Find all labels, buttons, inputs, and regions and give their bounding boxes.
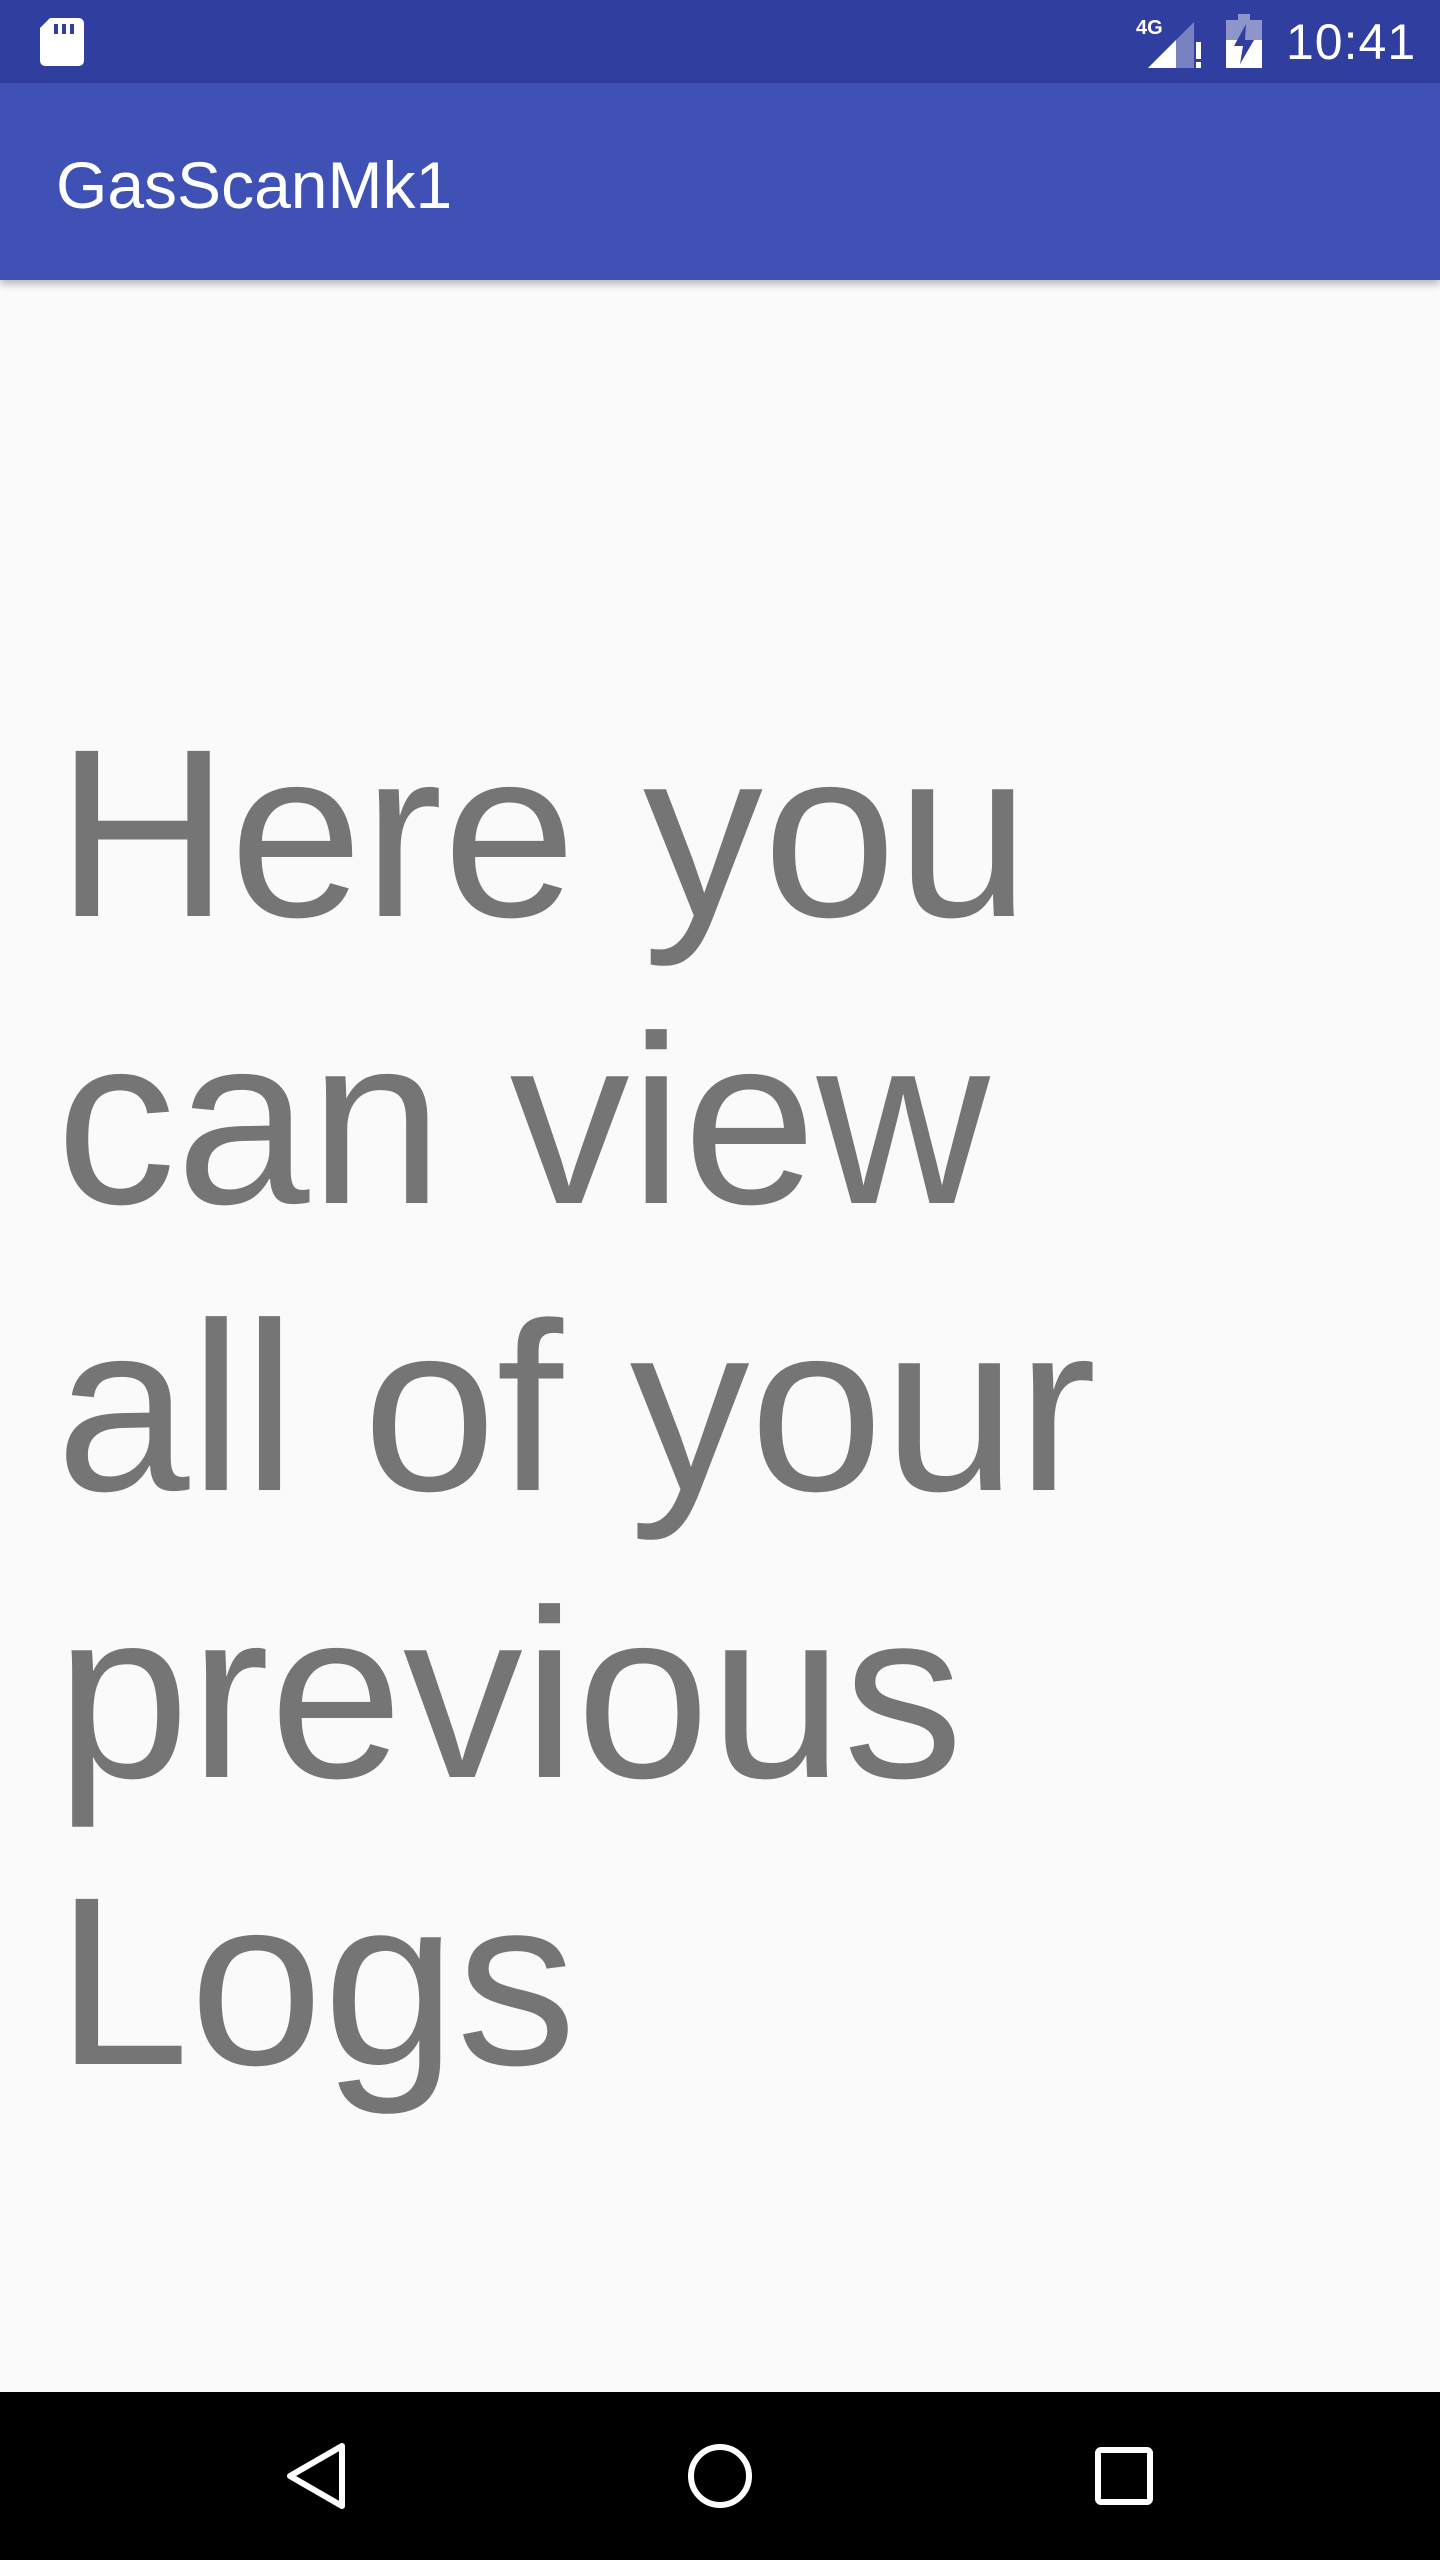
battery-charging-icon bbox=[1226, 14, 1262, 68]
status-clock: 10:41 bbox=[1286, 14, 1417, 70]
signal-4g-icon: 4G bbox=[1136, 17, 1201, 68]
main-content: Here you can view all of your previous L… bbox=[0, 280, 1440, 2392]
home-icon bbox=[688, 2444, 752, 2508]
app-bar: GasScanMk1 bbox=[0, 83, 1440, 280]
back-icon bbox=[287, 2443, 345, 2509]
recents-button[interactable] bbox=[1074, 2426, 1174, 2526]
app-title: GasScanMk1 bbox=[56, 148, 453, 222]
back-button[interactable] bbox=[266, 2426, 366, 2526]
home-button[interactable] bbox=[670, 2426, 770, 2526]
navigation-bar bbox=[0, 2392, 1440, 2560]
app-screen: 4G 10:41 GasScanMk1 Here you can view al… bbox=[0, 0, 1440, 2560]
logs-message: Here you can view all of your previous L… bbox=[56, 699, 1097, 2115]
recents-icon bbox=[1095, 2447, 1153, 2505]
network-type-label: 4G bbox=[1136, 17, 1163, 39]
sd-card-icon bbox=[40, 18, 84, 66]
status-bar: 4G 10:41 bbox=[0, 0, 1440, 83]
